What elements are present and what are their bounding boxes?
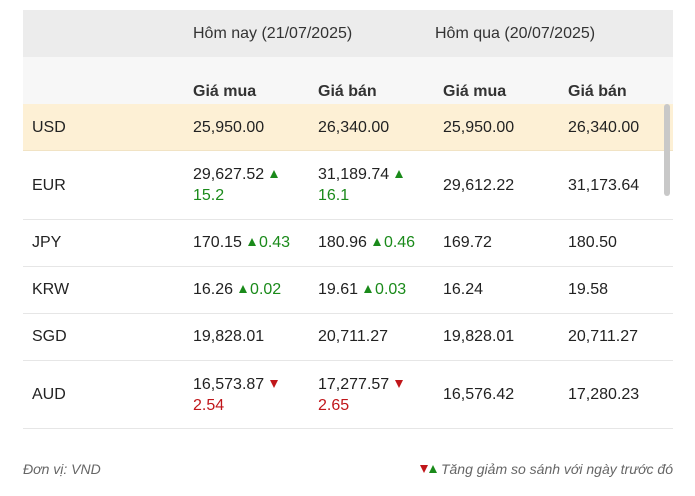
buy-today: 19,828.01 xyxy=(193,328,265,345)
buy-today-value: 16.26 xyxy=(193,281,234,298)
buy-today: 16.26 0.02 xyxy=(193,279,281,300)
buy-yesterday: 19,828.01 xyxy=(443,328,515,345)
currency-code: AUD xyxy=(32,386,66,403)
increase-arrow-icon xyxy=(395,170,404,179)
increase-arrow-icon xyxy=(270,170,279,179)
decrease-arrow-icon xyxy=(395,380,404,389)
buy-yesterday: 169.72 xyxy=(443,234,492,251)
sell-yesterday: 180.50 xyxy=(568,234,617,251)
buy-change: 0.43 xyxy=(258,234,291,251)
unit-note: Đơn vị: VND xyxy=(23,461,101,477)
table-row: EUR 29,627.52 15.2 31,189.74 16.1 29,612… xyxy=(23,151,673,220)
table-row: SGD 19,828.01 20,711.27 19,828.01 20,711… xyxy=(23,314,673,361)
buy-today-value: 170.15 xyxy=(193,234,242,251)
currency-code: KRW xyxy=(32,281,70,298)
sell-today-value: 17,277.57 xyxy=(318,376,390,393)
buy-today: 16,573.87 2.54 xyxy=(193,374,281,416)
buy-yesterday-header: Giá mua xyxy=(443,83,507,100)
increase-arrow-icon xyxy=(428,465,437,474)
sell-yesterday: 31,173.64 xyxy=(568,177,640,194)
sell-change: 2.65 xyxy=(318,397,350,414)
buy-today-value: 16,573.87 xyxy=(193,376,265,393)
currency-code: USD xyxy=(32,119,66,136)
sell-yesterday: 20,711.27 xyxy=(568,328,638,345)
increase-arrow-icon xyxy=(372,238,381,247)
increase-arrow-icon xyxy=(239,285,248,294)
date-header-row: Hôm nay (21/07/2025) Hôm qua (20/07/2025… xyxy=(23,10,673,57)
legend-note: Tăng giảm so sánh với ngày trước đó xyxy=(419,461,673,477)
buy-change: 0.02 xyxy=(250,281,282,298)
buy-today-header: Giá mua xyxy=(193,83,257,100)
buy-today: 170.15 0.43 xyxy=(193,232,290,253)
sell-today: 26,340.00 xyxy=(318,119,390,136)
sell-today: 17,277.57 2.65 xyxy=(318,374,406,416)
buy-yesterday: 25,950.00 xyxy=(443,119,515,136)
currency-code: EUR xyxy=(32,177,66,194)
currency-code: SGD xyxy=(32,328,67,345)
buy-today: 29,627.52 15.2 xyxy=(193,164,281,206)
sell-today: 31,189.74 16.1 xyxy=(318,164,406,206)
sell-yesterday-header: Giá bán xyxy=(568,83,627,100)
sell-yesterday: 19.58 xyxy=(568,281,609,298)
buy-change: 2.54 xyxy=(193,397,225,414)
legend-text: Tăng giảm so sánh với ngày trước đó xyxy=(440,461,673,477)
sell-change: 0.03 xyxy=(375,281,407,298)
increase-arrow-icon xyxy=(364,285,373,294)
sell-yesterday: 26,340.00 xyxy=(568,119,640,136)
price-header-row: Giá mua Giá bán Giá mua Giá bán xyxy=(23,57,673,104)
sell-change: 0.46 xyxy=(383,234,416,251)
buy-yesterday: 16,576.42 xyxy=(443,386,515,403)
currency-code: JPY xyxy=(32,234,62,251)
decrease-arrow-icon xyxy=(270,380,279,389)
buy-today-value: 29,627.52 xyxy=(193,166,265,183)
sell-today: 20,711.27 xyxy=(318,328,388,345)
today-header: Hôm nay (21/07/2025) xyxy=(193,25,353,42)
sell-today-value: 180.96 xyxy=(318,234,367,251)
exchange-rate-table[interactable]: Hôm nay (21/07/2025) Hôm qua (20/07/2025… xyxy=(23,10,673,436)
yesterday-header: Hôm qua (20/07/2025) xyxy=(435,25,596,42)
scrollbar-thumb[interactable] xyxy=(664,104,670,196)
buy-yesterday: 29,612.22 xyxy=(443,177,515,194)
increase-arrow-icon xyxy=(247,238,256,247)
table-row: AUD 16,573.87 2.54 17,277.57 2.65 16,576… xyxy=(23,361,673,429)
table-row: KRW 16.26 0.02 19.61 0.03 16.24 19.58 xyxy=(23,267,673,314)
sell-today-value: 31,189.74 xyxy=(318,166,390,183)
sell-today: 19.61 0.03 xyxy=(318,279,406,300)
sell-today: 180.96 0.46 xyxy=(318,232,415,253)
sell-yesterday: 17,280.23 xyxy=(568,386,640,403)
buy-change: 15.2 xyxy=(193,187,225,204)
buy-today: 25,950.00 xyxy=(193,119,265,136)
sell-change: 16.1 xyxy=(318,187,350,204)
table-row: USD 25,950.00 26,340.00 25,950.00 26,340… xyxy=(23,104,673,151)
sell-today-header: Giá bán xyxy=(318,83,377,100)
buy-yesterday: 16.24 xyxy=(443,281,484,298)
sell-today-value: 19.61 xyxy=(318,281,359,298)
decrease-arrow-icon xyxy=(419,465,428,474)
table-row: JPY 170.15 0.43 180.96 0.46 169.72 180.50 xyxy=(23,220,673,267)
